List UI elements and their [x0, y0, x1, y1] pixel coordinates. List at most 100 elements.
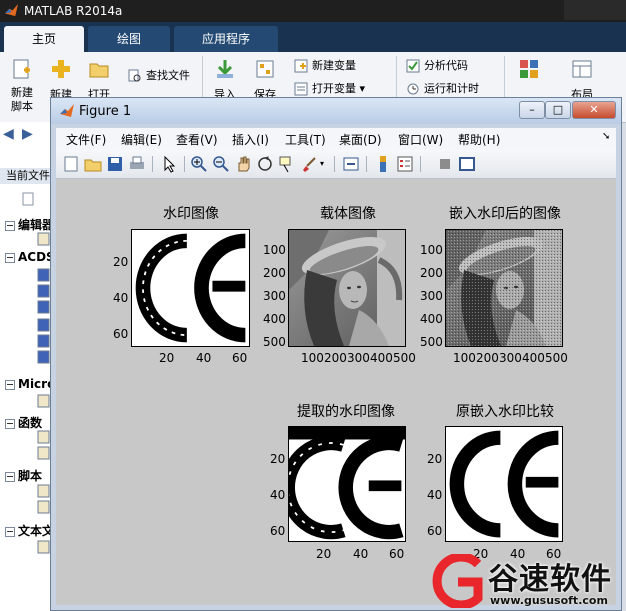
file-icon[interactable] — [37, 284, 50, 298]
hide-plot-tools-icon[interactable] — [436, 155, 454, 173]
tick-label: 500 — [393, 351, 416, 365]
link-plot-icon[interactable] — [342, 155, 360, 173]
new-variable-button[interactable]: 新建变量 — [294, 57, 356, 75]
group-acdsee[interactable]: ACDS — [0, 250, 52, 266]
file-icon[interactable] — [37, 300, 50, 314]
file-icon[interactable] — [37, 540, 50, 554]
open-button[interactable]: 打开 — [82, 58, 116, 102]
collapse-icon[interactable] — [5, 252, 15, 263]
tick-label: 40 — [270, 488, 286, 502]
data-cursor-icon[interactable] — [278, 155, 296, 173]
file-icon[interactable] — [37, 334, 50, 348]
select-arrow-icon[interactable] — [160, 155, 178, 173]
file-icon[interactable] — [37, 430, 50, 444]
figure-maximize-button[interactable]: □ — [545, 101, 571, 119]
rotate-3d-icon[interactable] — [256, 155, 274, 173]
group-microsoft[interactable]: Micro — [0, 377, 52, 393]
run-and-time-button[interactable]: 运行和计时 — [406, 80, 479, 98]
show-plot-tools-icon[interactable] — [458, 155, 476, 173]
open-file-icon[interactable] — [84, 155, 102, 173]
collapse-icon[interactable] — [5, 526, 15, 537]
toolbar-separator — [366, 156, 367, 172]
print-icon[interactable] — [128, 155, 146, 173]
analyze-code-button[interactable]: 分析代码 — [406, 57, 468, 75]
zoom-out-icon[interactable] — [212, 155, 230, 173]
minimize-button[interactable] — [564, 0, 626, 20]
group-editor[interactable]: 编辑器 — [0, 216, 52, 232]
layout-icon — [572, 60, 592, 78]
tick-label: 100 — [263, 243, 286, 257]
file-icon[interactable] — [37, 268, 50, 282]
find-files-button[interactable]: 查找文件 — [128, 67, 190, 85]
save-workspace-button[interactable]: 保存 — [248, 58, 282, 102]
group-scripts[interactable]: 脚本 — [0, 467, 52, 483]
tick-label: 60 — [113, 327, 129, 341]
group-label: 编辑器 — [18, 218, 52, 232]
collapse-icon[interactable] — [5, 379, 15, 390]
forward-arrow-icon[interactable]: ▶ — [22, 126, 33, 142]
brush-dropdown-icon[interactable]: ▾ — [320, 155, 338, 173]
menu-file[interactable]: 文件(F) — [66, 131, 106, 148]
matlab-logo-icon — [60, 104, 74, 117]
cover-image-axes[interactable] — [288, 229, 406, 347]
file-icon[interactable] — [37, 318, 50, 332]
run-and-time-icon — [407, 83, 419, 95]
group-label: 函数 — [18, 416, 43, 430]
menu-window[interactable]: 窗口(W) — [398, 131, 443, 148]
file-icon[interactable] — [37, 484, 50, 498]
dock-arrow-icon[interactable]: ➘ — [602, 131, 610, 142]
simulink-button[interactable] — [512, 58, 546, 86]
menu-help[interactable]: 帮助(H) — [458, 131, 500, 148]
extracted-watermark-axes[interactable] — [288, 426, 406, 542]
figure-close-button[interactable]: ✕ — [572, 101, 616, 119]
colorbar-icon[interactable] — [374, 155, 392, 173]
back-arrow-icon[interactable]: ◀ — [3, 126, 14, 142]
run-and-time-label: 运行和计时 — [424, 82, 479, 95]
tick-label: 200 — [476, 351, 499, 365]
group-functions[interactable]: 函数 — [0, 414, 52, 430]
legend-icon[interactable] — [396, 155, 414, 173]
menu-tools[interactable]: 工具(T) — [285, 131, 326, 148]
layout-button[interactable]: 布局 — [565, 58, 599, 102]
collapse-icon[interactable] — [5, 418, 15, 429]
tick-label: 200 — [263, 266, 286, 280]
new-script-button[interactable]: 新建 脚本 — [6, 58, 38, 114]
collapse-icon[interactable] — [5, 471, 15, 482]
gususoft-logo-icon — [432, 554, 483, 608]
find-files-label: 查找文件 — [146, 69, 190, 82]
import-button[interactable]: 导入 — [208, 58, 242, 102]
file-icon[interactable] — [37, 446, 50, 460]
zoom-in-icon[interactable] — [190, 155, 208, 173]
tick-label: 400 — [263, 312, 286, 326]
menu-view[interactable]: 查看(V) — [176, 131, 218, 148]
file-icon[interactable] — [37, 232, 50, 246]
save-figure-icon[interactable] — [106, 155, 124, 173]
brush-icon[interactable] — [300, 155, 318, 173]
file-icon[interactable] — [37, 350, 50, 364]
new-button[interactable]: 新建 — [44, 58, 78, 102]
tick-label: 60 — [232, 351, 248, 365]
figure-canvas: 水印图像 载体图像 嵌入水印后的图像 提取的水印图像 原嵌入水印比较 20 40… — [56, 179, 616, 605]
figure-menu-bar: 文件(F) 编辑(E) 查看(V) 插入(I) 工具(T) 桌面(D) 窗口(W… — [56, 128, 616, 150]
figure-minimize-button[interactable]: – — [519, 101, 545, 119]
import-icon — [217, 60, 233, 78]
menu-desktop[interactable]: 桌面(D) — [339, 131, 382, 148]
open-variable-button[interactable]: 打开变量 ▾ — [294, 80, 365, 98]
file-icon[interactable] — [37, 500, 50, 514]
save-workspace-icon — [256, 60, 274, 78]
file-icon[interactable] — [37, 394, 50, 408]
watermark-image-axes[interactable] — [131, 229, 250, 347]
tick-label: 300 — [420, 289, 443, 303]
collapse-icon[interactable] — [5, 220, 15, 231]
pan-hand-icon[interactable] — [234, 155, 252, 173]
tab-apps[interactable]: 应用程序 — [174, 26, 278, 52]
comparison-axes[interactable] — [445, 426, 563, 542]
embedded-image-axes[interactable] — [445, 229, 563, 347]
group-text-files[interactable]: 文本文 — [0, 522, 52, 538]
new-figure-icon[interactable] — [62, 155, 80, 173]
tab-plots[interactable]: 绘图 — [88, 26, 170, 52]
tab-home[interactable]: 主页 — [4, 26, 84, 52]
menu-edit[interactable]: 编辑(E) — [121, 131, 162, 148]
menu-insert[interactable]: 插入(I) — [232, 131, 269, 148]
matlab-title: MATLAB R2014a — [24, 4, 123, 18]
